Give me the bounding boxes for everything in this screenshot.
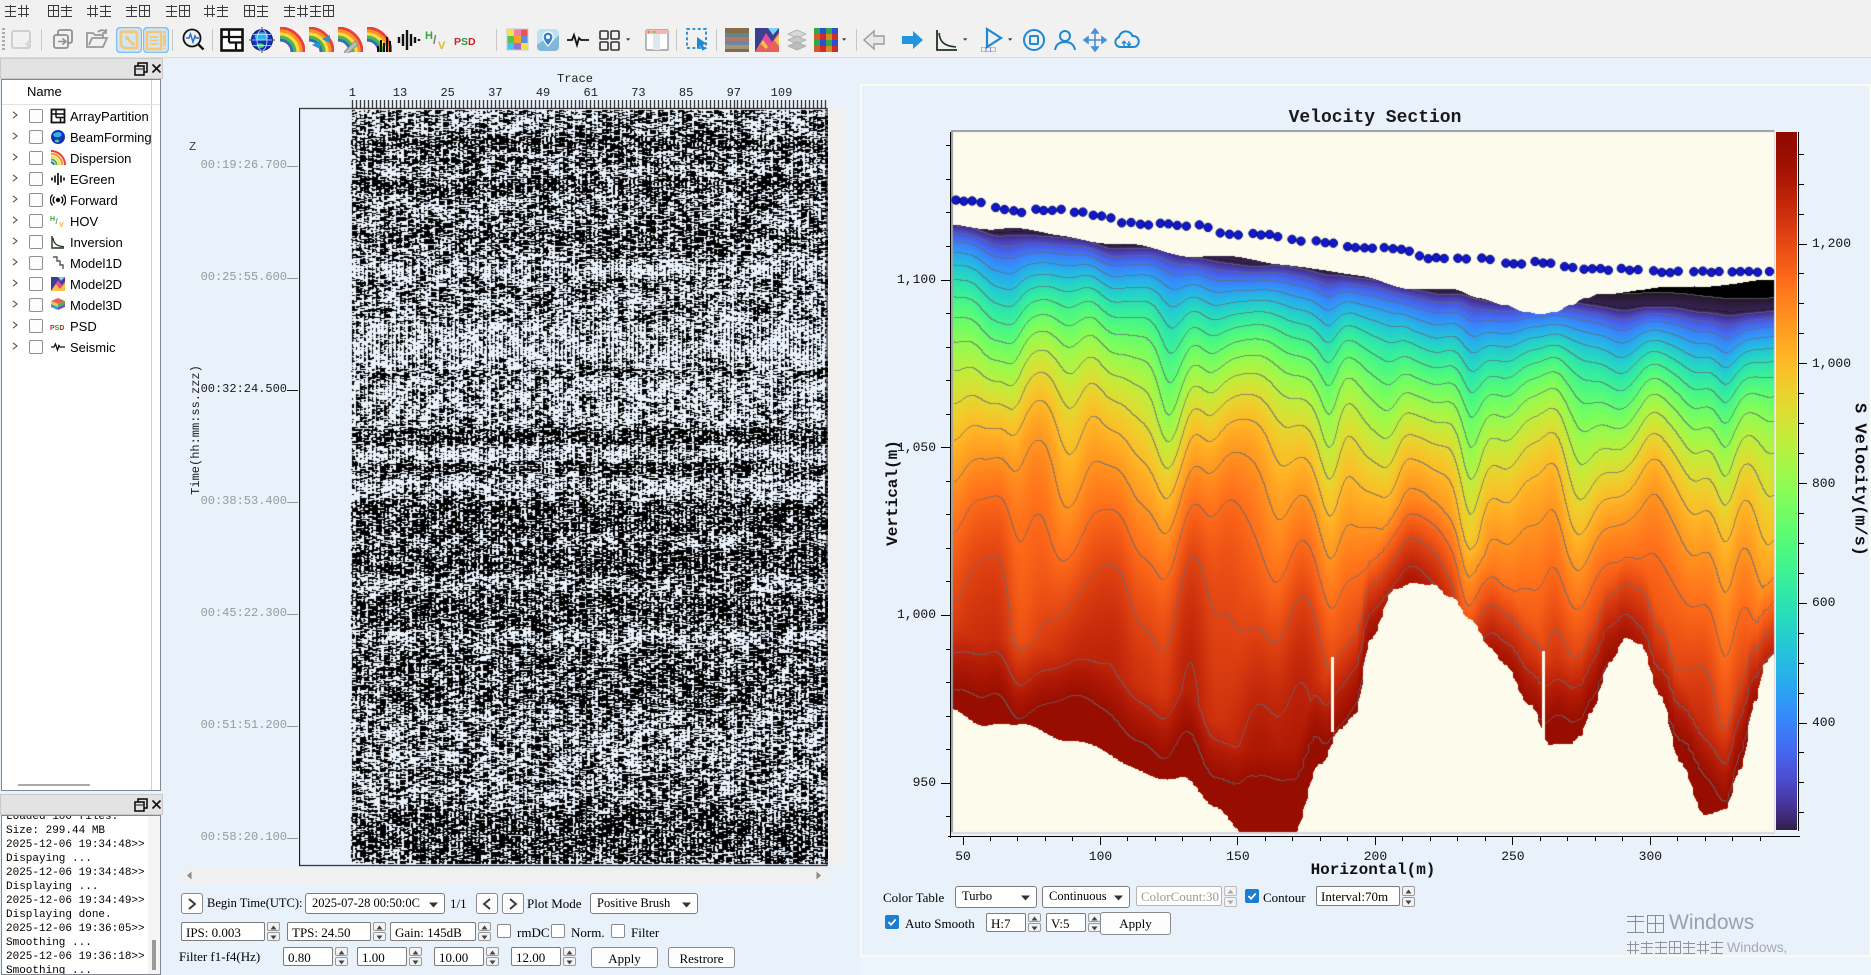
svg-text:V: V — [438, 40, 446, 52]
svg-text:H: H — [50, 216, 55, 223]
svg-text:PSD: PSD — [454, 36, 476, 48]
svg-text:H: H — [425, 30, 433, 42]
svg-text:V: V — [59, 222, 64, 229]
svg-text:□□□: □□□ — [981, 45, 996, 53]
svg-text:PSD: PSD — [50, 325, 64, 332]
svg-text:/: / — [433, 33, 437, 47]
